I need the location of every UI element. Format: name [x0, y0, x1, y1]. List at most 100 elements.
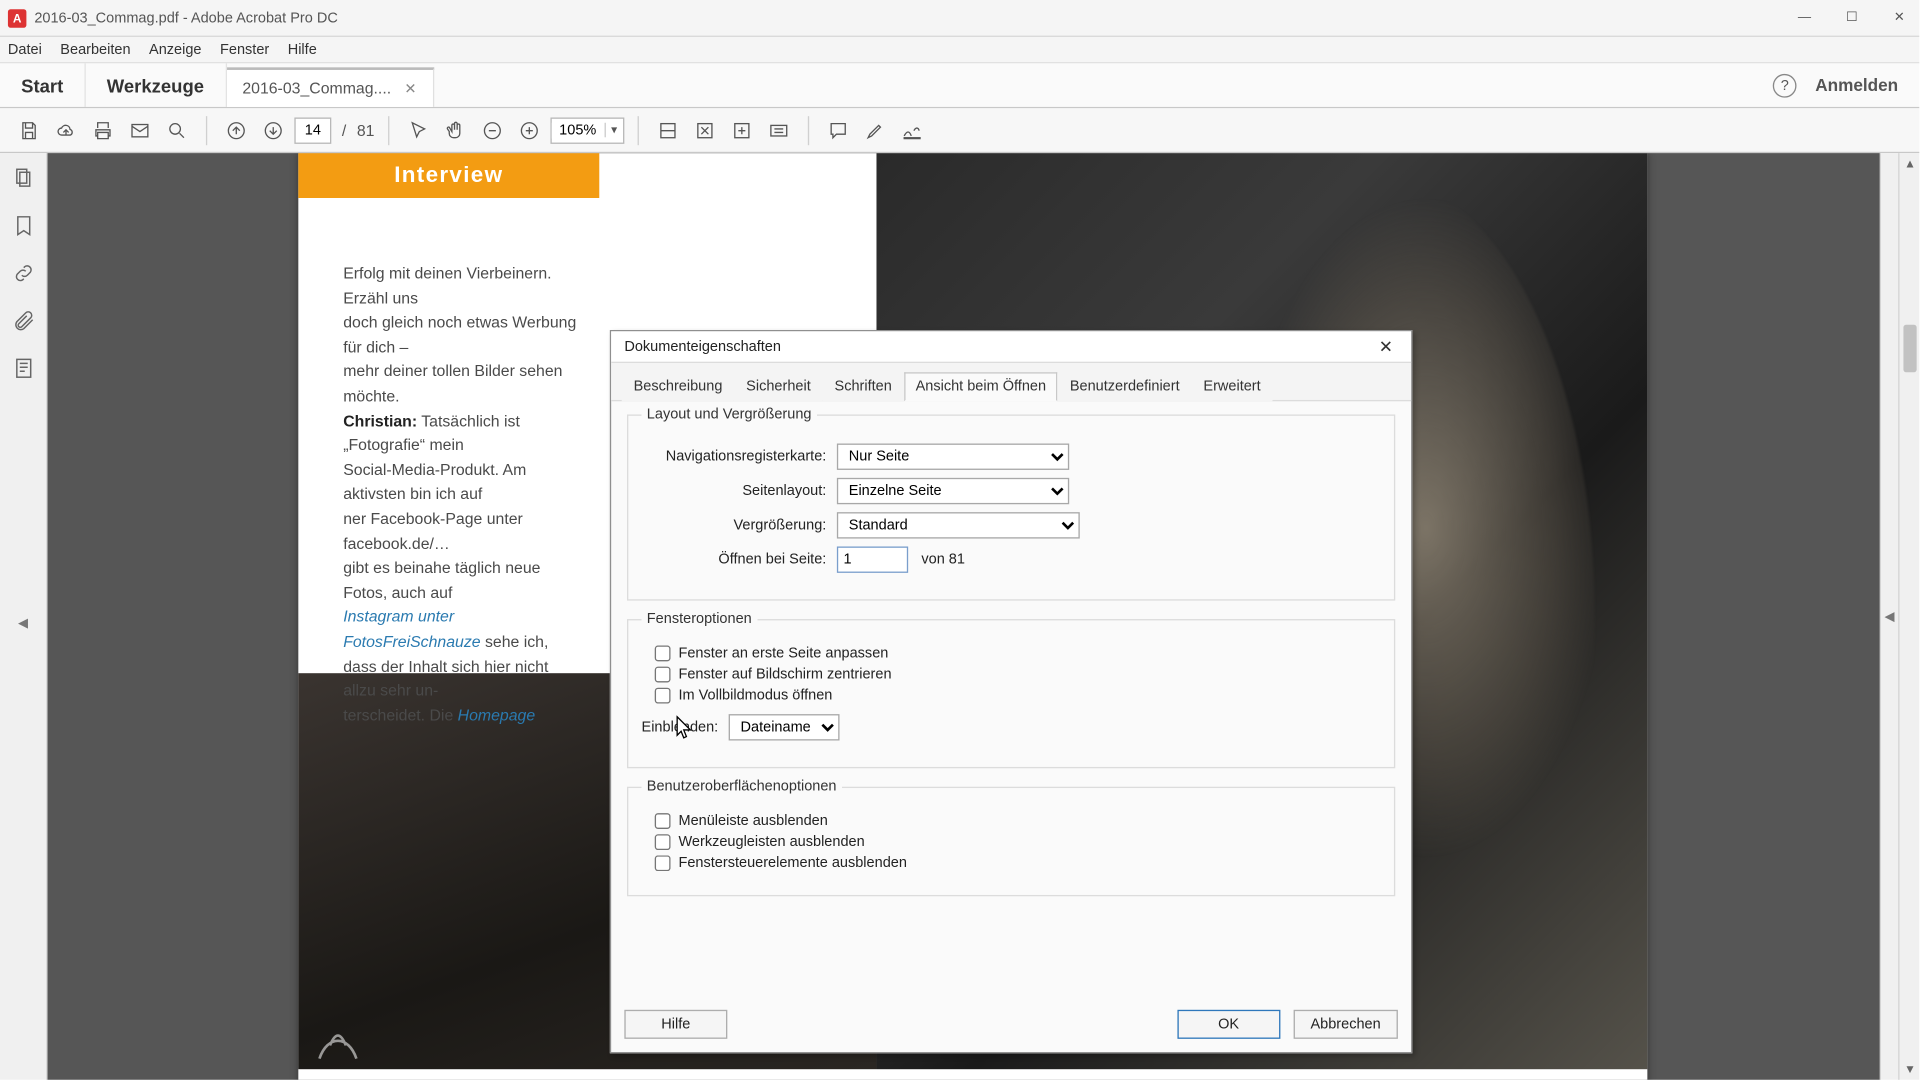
search-icon[interactable]	[161, 114, 193, 146]
menu-hilfe[interactable]: Hilfe	[288, 42, 317, 58]
tab-document-label: 2016-03_Commag....	[242, 79, 391, 97]
tab-ansicht-beim-oeffnen[interactable]: Ansicht beim Öffnen	[904, 372, 1058, 401]
sign-icon[interactable]	[896, 114, 928, 146]
menubar: Datei Bearbeiten Anzeige Fenster Hilfe	[0, 37, 1919, 63]
zoom-out-icon[interactable]	[476, 114, 508, 146]
app-icon: A	[8, 9, 26, 27]
group-ui-legend: Benutzeroberflächenoptionen	[642, 779, 842, 795]
menu-bearbeiten[interactable]: Bearbeiten	[60, 42, 130, 58]
menu-anzeige[interactable]: Anzeige	[149, 42, 201, 58]
group-window-legend: Fensteroptionen	[642, 611, 758, 627]
thumbnails-icon[interactable]	[11, 166, 35, 190]
read-mode-icon[interactable]	[763, 114, 795, 146]
main-area: ◀ Interview Erfolg mit deinen Vierbeiner…	[0, 153, 1919, 1080]
layers-icon[interactable]	[11, 356, 35, 380]
page-down-icon[interactable]	[257, 114, 289, 146]
scroll-up-icon[interactable]: ▲	[1899, 153, 1920, 174]
menu-fenster[interactable]: Fenster	[220, 42, 269, 58]
show-label: Einblenden:	[642, 719, 719, 735]
fit-visible-icon[interactable]	[726, 114, 758, 146]
tabrow: Start Werkzeuge 2016-03_Commag.... ✕ ? A…	[0, 63, 1919, 108]
ok-button[interactable]: OK	[1177, 1010, 1280, 1039]
tab-start[interactable]: Start	[0, 63, 86, 107]
pointer-icon[interactable]	[402, 114, 434, 146]
nav-select[interactable]: Nur Seite	[837, 444, 1069, 470]
highlight-icon[interactable]	[859, 114, 891, 146]
tab-sicherheit[interactable]: Sicherheit	[734, 372, 822, 401]
close-button[interactable]: ✕	[1888, 11, 1912, 26]
window-title: 2016-03_Commag.pdf - Adobe Acrobat Pro D…	[34, 10, 337, 26]
tab-erweitert[interactable]: Erweitert	[1192, 372, 1273, 401]
comment-icon[interactable]	[822, 114, 854, 146]
chevron-down-icon[interactable]: ▾	[604, 123, 622, 138]
page-up-icon[interactable]	[220, 114, 252, 146]
maximize-button[interactable]: ☐	[1840, 11, 1864, 26]
page-sep: /	[342, 121, 346, 139]
mail-icon[interactable]	[124, 114, 156, 146]
tab-beschreibung[interactable]: Beschreibung	[622, 372, 735, 401]
tab-close-icon[interactable]: ✕	[404, 80, 416, 97]
mag-select[interactable]: Standard	[837, 512, 1080, 538]
fit-page-icon[interactable]	[689, 114, 721, 146]
show-select[interactable]: Dateiname	[729, 714, 840, 740]
chk-fit-first-page[interactable]	[655, 645, 671, 661]
dialog-body: Layout und Vergrößerung Navigationsregis…	[611, 401, 1411, 922]
collapse-left-icon[interactable]: ◀	[18, 616, 28, 631]
open-label: Öffnen bei Seite:	[642, 552, 827, 568]
help-button[interactable]: Hilfe	[624, 1010, 727, 1039]
print-icon[interactable]	[87, 114, 119, 146]
scroll-thumb[interactable]	[1903, 325, 1916, 373]
chk-hide-menubar[interactable]	[655, 813, 671, 829]
page-number-input[interactable]	[294, 117, 331, 143]
chk-center-screen[interactable]	[655, 667, 671, 683]
minimize-button[interactable]: —	[1793, 11, 1817, 26]
zoom-select[interactable]: ▾	[550, 117, 624, 143]
chk-hide-window-controls[interactable]	[655, 855, 671, 871]
bookmark-icon[interactable]	[11, 214, 35, 238]
dialog-tabs: Beschreibung Sicherheit Schriften Ansich…	[611, 363, 1411, 401]
group-layout-legend: Layout und Vergrößerung	[642, 407, 817, 423]
collapse-right-icon[interactable]: ◀	[1880, 153, 1898, 1080]
hand-icon[interactable]	[439, 114, 471, 146]
left-rail: ◀	[0, 153, 48, 1080]
titlebar: A 2016-03_Commag.pdf - Adobe Acrobat Pro…	[0, 0, 1919, 37]
dialog-buttons: Hilfe OK Abbrechen	[624, 1010, 1398, 1039]
save-icon[interactable]	[13, 114, 45, 146]
menu-datei[interactable]: Datei	[8, 42, 42, 58]
link-icon[interactable]	[11, 261, 35, 285]
help-icon[interactable]: ?	[1773, 73, 1797, 97]
dialog-title: Dokumenteigenschaften	[624, 339, 781, 355]
interview-heading: Interview	[298, 153, 599, 198]
signin-link[interactable]: Anmelden	[1815, 75, 1898, 95]
open-suffix: von 81	[921, 552, 965, 568]
toolbar: / 81 ▾	[0, 108, 1919, 153]
layout-label: Seitenlayout:	[642, 483, 827, 499]
tab-document[interactable]: 2016-03_Commag.... ✕	[226, 67, 433, 107]
cloud-icon[interactable]	[50, 114, 82, 146]
attachment-icon[interactable]	[11, 309, 35, 333]
group-layout: Layout und Vergrößerung Navigationsregis…	[627, 407, 1395, 601]
dialog-close-icon[interactable]: ✕	[1374, 335, 1398, 359]
watermark-icon	[306, 1008, 369, 1071]
document-viewport[interactable]: Interview Erfolg mit deinen Vierbeinern.…	[48, 153, 1880, 1080]
tab-benutzerdefiniert[interactable]: Benutzerdefiniert	[1058, 372, 1192, 401]
group-ui: Benutzeroberflächenoptionen Menüleiste a…	[627, 779, 1395, 896]
zoom-value[interactable]	[551, 122, 604, 138]
group-window: Fensteroptionen Fenster an erste Seite a…	[627, 611, 1395, 768]
scroll-down-icon[interactable]: ▼	[1899, 1059, 1920, 1080]
article-text: Erfolg mit deinen Vierbeinern. Erzähl un…	[343, 261, 581, 727]
fit-width-icon[interactable]	[652, 114, 684, 146]
layout-select[interactable]: Einzelne Seite	[837, 478, 1069, 504]
chk-hide-toolbars[interactable]	[655, 834, 671, 850]
dialog-titlebar[interactable]: Dokumenteigenschaften ✕	[611, 331, 1411, 363]
nav-label: Navigationsregisterkarte:	[642, 449, 827, 465]
document-properties-dialog: Dokumenteigenschaften ✕ Beschreibung Sic…	[610, 330, 1413, 1053]
open-page-input[interactable]	[837, 546, 908, 572]
vertical-scrollbar[interactable]: ▲ ▼	[1898, 153, 1919, 1080]
tab-werkzeuge[interactable]: Werkzeuge	[86, 63, 227, 107]
cancel-button[interactable]: Abbrechen	[1293, 1010, 1398, 1039]
zoom-in-icon[interactable]	[513, 114, 545, 146]
page-total: 81	[357, 121, 375, 139]
tab-schriften[interactable]: Schriften	[823, 372, 904, 401]
chk-fullscreen[interactable]	[655, 688, 671, 704]
